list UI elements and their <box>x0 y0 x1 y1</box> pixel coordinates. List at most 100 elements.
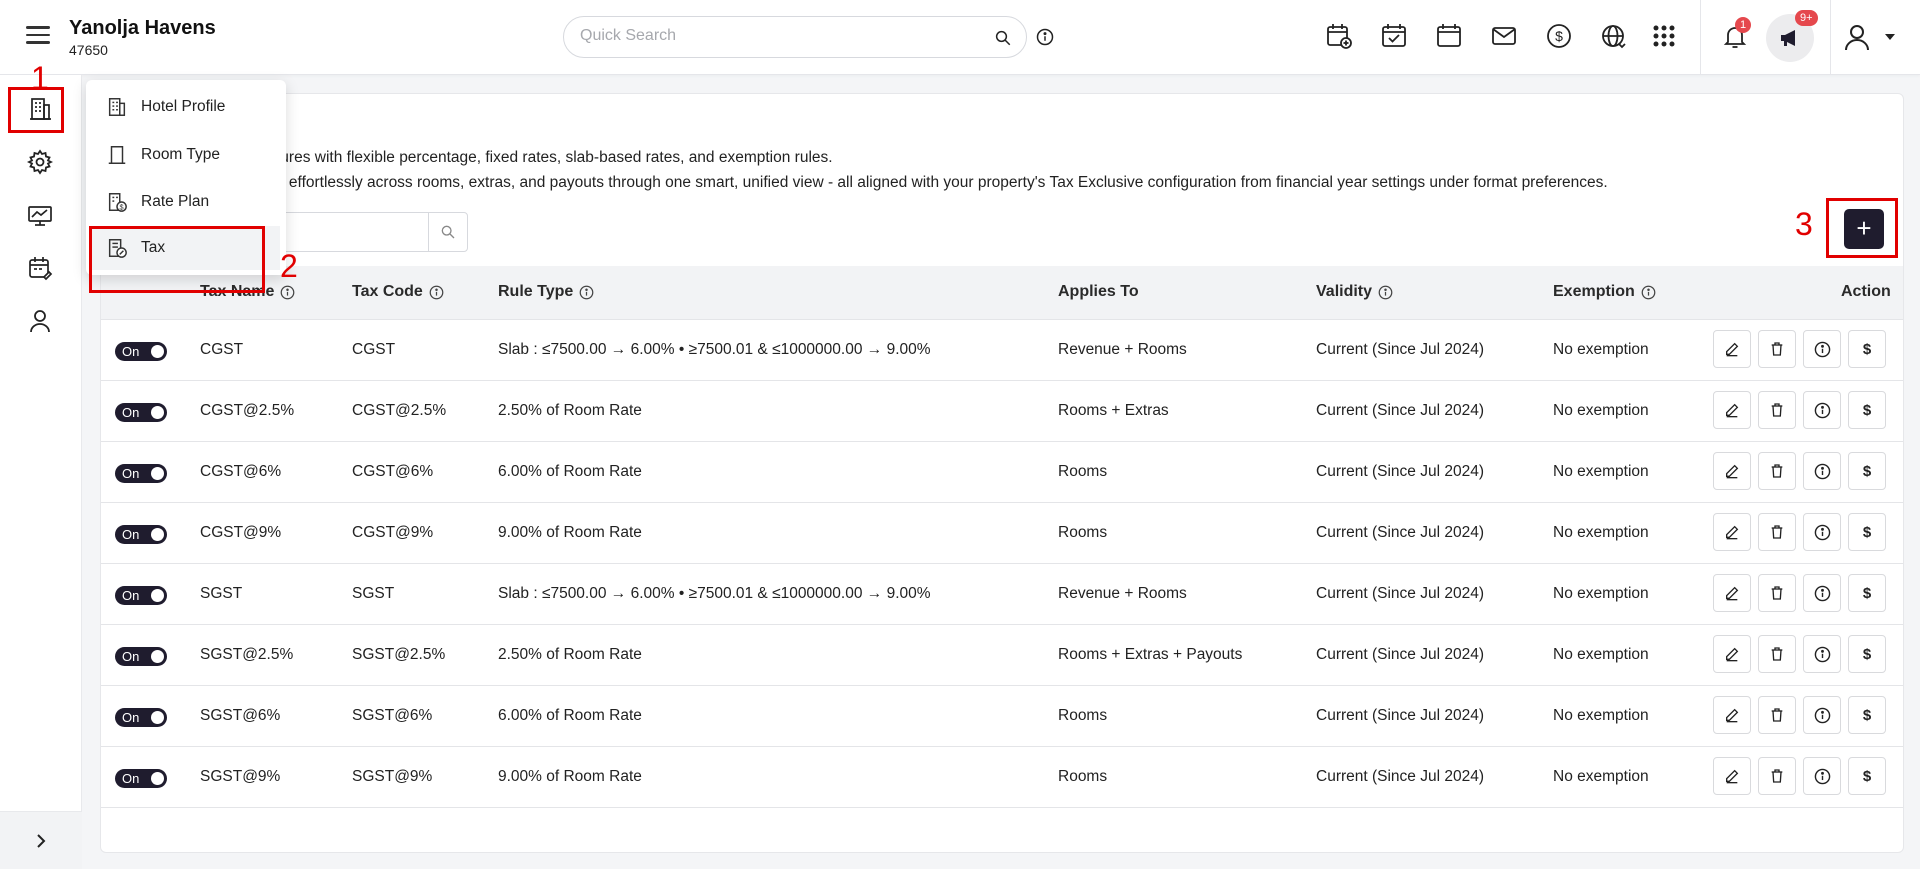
edit-button[interactable] <box>1713 513 1751 551</box>
info-button[interactable] <box>1803 635 1841 673</box>
menu-item-hotel-profile[interactable]: Hotel Profile <box>86 85 286 129</box>
mail-icon[interactable] <box>1490 22 1518 50</box>
info-icon[interactable] <box>280 285 295 300</box>
globe-icon[interactable] <box>1600 22 1628 50</box>
annotation-label-step-1: 1 <box>31 60 49 96</box>
info-button[interactable] <box>1803 696 1841 734</box>
info-icon[interactable] <box>429 285 444 300</box>
info-icon[interactable] <box>1641 285 1656 300</box>
cell-validity: Current (Since Jul 2024) <box>1316 585 1484 602</box>
profile-menu[interactable] <box>1842 22 1902 52</box>
sidebar-item-users[interactable] <box>25 306 55 336</box>
trash-icon <box>1771 342 1783 356</box>
status-toggle[interactable]: On <box>115 464 167 483</box>
sidebar-expand-button[interactable] <box>0 811 82 869</box>
info-button[interactable] <box>1803 757 1841 795</box>
cell-tax-name: SGST@9% <box>200 768 281 785</box>
info-icon[interactable] <box>579 285 594 300</box>
menu-item-rate-plan[interactable]: $ Rate Plan <box>86 180 286 224</box>
cell-applies-to: Rooms + Extras <box>1058 402 1169 419</box>
status-toggle[interactable]: On <box>115 403 167 422</box>
status-toggle-label: On <box>122 588 140 603</box>
price-button[interactable]: $ <box>1848 452 1886 490</box>
sidebar-item-reservations[interactable] <box>25 253 55 283</box>
hamburger-menu-icon[interactable] <box>26 26 50 46</box>
price-button[interactable]: $ <box>1848 513 1886 551</box>
delete-button[interactable] <box>1758 574 1796 612</box>
status-toggle[interactable]: On <box>115 647 167 666</box>
trash-icon <box>1771 708 1783 722</box>
delete-button[interactable] <box>1758 513 1796 551</box>
column-header-tax-code[interactable]: Tax Code <box>352 283 444 301</box>
info-button[interactable] <box>1803 330 1841 368</box>
column-header-applies-to[interactable]: Applies To <box>1058 283 1139 301</box>
info-button[interactable] <box>1803 574 1841 612</box>
cell-validity: Current (Since Jul 2024) <box>1316 341 1484 358</box>
monitor-chart-icon <box>28 206 52 226</box>
delete-button[interactable] <box>1758 635 1796 673</box>
delete-button[interactable] <box>1758 452 1796 490</box>
cell-validity: Current (Since Jul 2024) <box>1316 768 1484 785</box>
apps-grid-icon[interactable] <box>1650 22 1678 50</box>
status-toggle[interactable]: On <box>115 342 167 361</box>
add-tax-button[interactable]: + <box>1844 209 1884 249</box>
price-button[interactable]: $ <box>1848 391 1886 429</box>
info-button[interactable] <box>1803 452 1841 490</box>
search-icon[interactable] <box>994 29 1012 47</box>
pencil-icon <box>1726 586 1739 601</box>
rate-icon: $ <box>108 193 127 212</box>
price-button[interactable]: $ <box>1848 635 1886 673</box>
delete-button[interactable] <box>1758 391 1796 429</box>
status-toggle[interactable]: On <box>115 525 167 544</box>
sidebar-item-hotel[interactable] <box>25 94 55 124</box>
edit-button[interactable] <box>1713 574 1751 612</box>
status-toggle[interactable]: On <box>115 586 167 605</box>
calendar-check-icon[interactable] <box>1380 22 1408 50</box>
hotel-id: 47650 <box>69 42 108 58</box>
price-button[interactable]: $ <box>1848 757 1886 795</box>
menu-item-label: Rate Plan <box>141 193 210 210</box>
info-button[interactable] <box>1803 513 1841 551</box>
table-search-box[interactable] <box>280 212 468 252</box>
status-toggle[interactable]: On <box>115 708 167 727</box>
search-icon[interactable] <box>440 224 456 240</box>
price-button[interactable]: $ <box>1848 574 1886 612</box>
sidebar-item-display[interactable] <box>25 201 55 231</box>
pencil-icon <box>1726 647 1739 662</box>
column-header-exemption[interactable]: Exemption <box>1553 283 1656 301</box>
building-icon <box>108 98 126 116</box>
currency-icon[interactable]: $ <box>1545 22 1573 50</box>
price-button[interactable]: $ <box>1848 330 1886 368</box>
edit-button[interactable] <box>1713 635 1751 673</box>
calendar-add-icon[interactable] <box>1325 22 1353 50</box>
edit-button[interactable] <box>1713 391 1751 429</box>
column-header-tax-name[interactable]: Tax Name <box>200 283 295 301</box>
menu-item-room-type[interactable]: Room Type <box>86 133 286 177</box>
quick-search-input[interactable] <box>580 27 980 45</box>
table-row: On SGST@2.5% SGST@2.5% 2.50% of Room Rate Ro… <box>101 625 1903 686</box>
cell-tax-code: SGST@2.5% <box>352 646 446 663</box>
sidebar-item-settings[interactable] <box>25 147 55 177</box>
svg-text:$: $ <box>1555 28 1563 44</box>
info-icon <box>1814 524 1830 540</box>
edit-button[interactable] <box>1713 757 1751 795</box>
info-icon[interactable] <box>1036 28 1054 46</box>
info-icon[interactable] <box>1378 285 1393 300</box>
cell-rule-type: Slab : ≤7500.00 → 6.00% • ≥7500.01 & ≤10… <box>498 585 931 602</box>
column-header-rule-type[interactable]: Rule Type <box>498 283 594 301</box>
edit-button[interactable] <box>1713 330 1751 368</box>
status-toggle-label: On <box>122 344 140 359</box>
delete-button[interactable] <box>1758 757 1796 795</box>
status-toggle[interactable]: On <box>115 769 167 788</box>
delete-button[interactable] <box>1758 696 1796 734</box>
edit-button[interactable] <box>1713 452 1751 490</box>
calendar-icon[interactable] <box>1435 22 1463 50</box>
chevron-down-icon <box>1885 34 1895 40</box>
info-button[interactable] <box>1803 391 1841 429</box>
edit-button[interactable] <box>1713 696 1751 734</box>
menu-item-tax[interactable]: Tax <box>92 226 280 270</box>
delete-button[interactable] <box>1758 330 1796 368</box>
price-button[interactable]: $ <box>1848 696 1886 734</box>
column-header-validity[interactable]: Validity <box>1316 283 1393 301</box>
cell-tax-code: CGST@2.5% <box>352 402 447 419</box>
